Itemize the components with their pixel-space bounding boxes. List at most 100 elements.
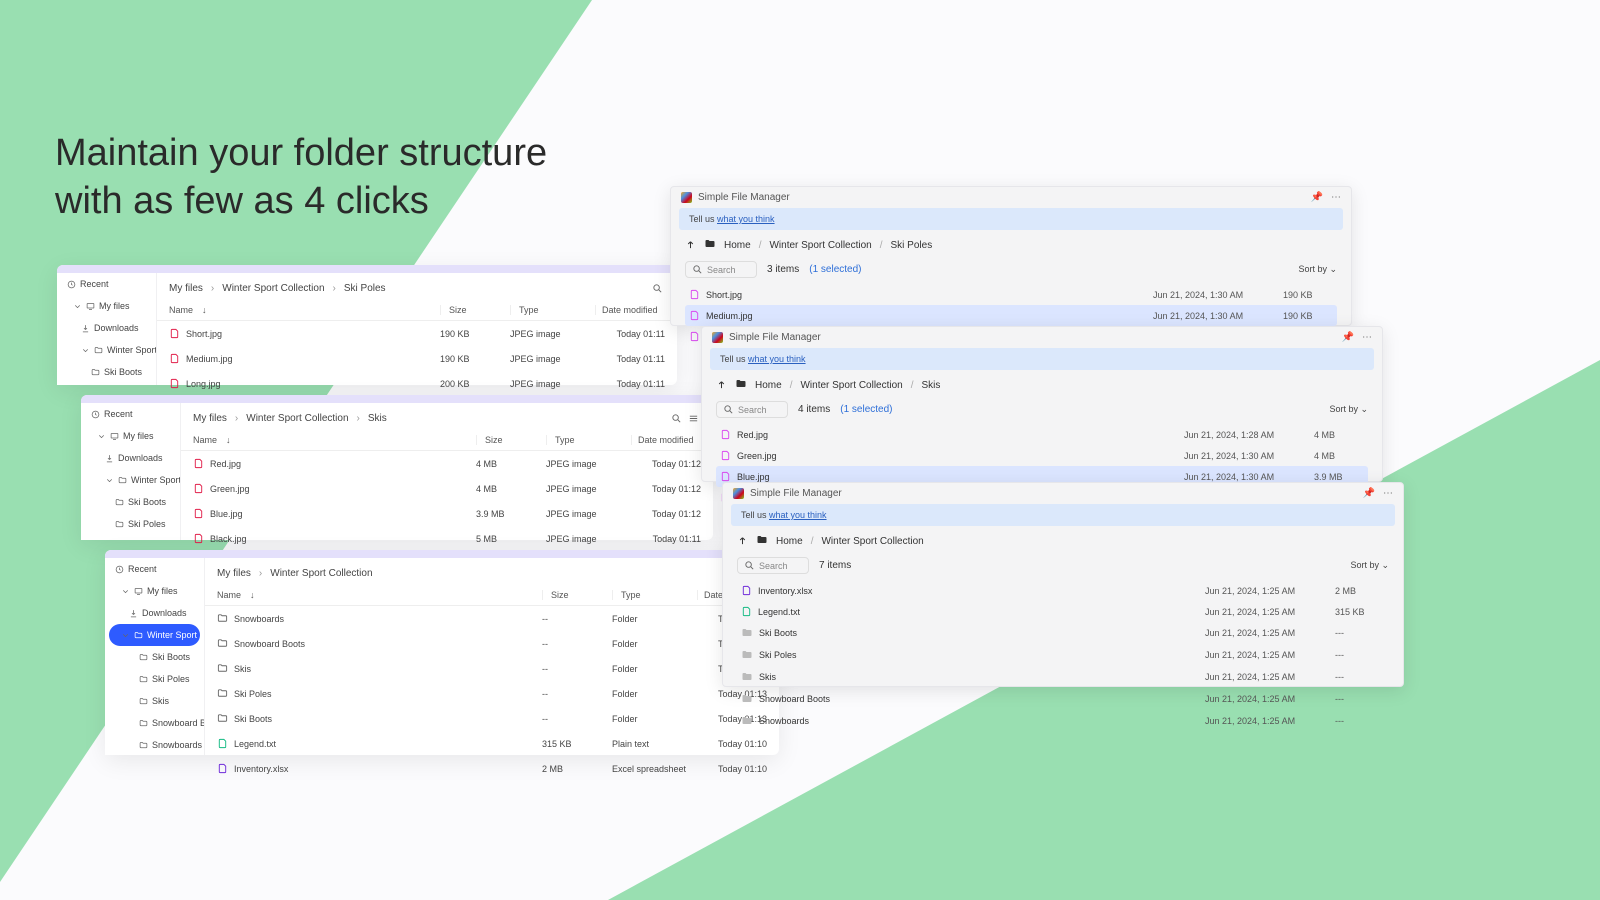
breadcrumb-item[interactable]: Winter Sport Collection (800, 380, 902, 391)
file-row[interactable]: Snowboards --FolderToday 01:13 (205, 606, 779, 631)
table-header: Name↓ Size Type Date modified (157, 300, 677, 321)
pin-icon[interactable]: 📌 (1311, 192, 1323, 203)
sfm-file-row[interactable]: Ski Boots Jun 21, 2024, 1:25 AM--- (737, 622, 1389, 644)
breadcrumb-item[interactable]: Ski Poles (891, 240, 933, 251)
sfm-logo-icon (712, 332, 723, 343)
sidebar-tree-item[interactable]: Ski Poles (81, 513, 180, 535)
feedback-bar[interactable]: Tell us what you think (679, 208, 1343, 230)
breadcrumb-item[interactable]: Winter Sport Collection (246, 413, 348, 424)
sfm-file-row[interactable]: Red.jpg Jun 21, 2024, 1:28 AM4 MB (716, 424, 1368, 445)
col-type[interactable]: Type (510, 305, 595, 315)
sfm-title: Simple File Manager (698, 192, 790, 203)
sidebar-recent[interactable]: Recent (105, 558, 204, 580)
file-row[interactable]: Long.jpg 200 KBJPEG imageToday 01:11 (157, 371, 677, 396)
col-name[interactable]: Name↓ (193, 435, 476, 445)
sidebar-recent[interactable]: Recent (57, 273, 156, 295)
search-input[interactable]: Search (737, 557, 809, 574)
breadcrumb-item[interactable]: My files (193, 413, 227, 424)
file-row[interactable]: Snowboard Boots --FolderToday 01:13 (205, 631, 779, 656)
col-type[interactable]: Type (546, 435, 631, 445)
breadcrumb-item[interactable]: Home (724, 240, 751, 251)
sfm-file-row[interactable]: Short.jpg Jun 21, 2024, 1:30 AM190 KB (685, 284, 1337, 305)
sfm-file-row[interactable]: Ski Poles Jun 21, 2024, 1:25 AM--- (737, 644, 1389, 666)
sfm-file-row[interactable]: Snowboards Jun 21, 2024, 1:25 AM--- (737, 710, 1389, 732)
pin-icon[interactable]: 📌 (1363, 488, 1375, 499)
col-name[interactable]: Name↓ (169, 305, 440, 315)
breadcrumb-item[interactable]: Winter Sport Collection (270, 568, 372, 579)
col-size[interactable]: Size (440, 305, 510, 315)
sidebar: Recent My files Downloads Winter Sport C… (81, 403, 181, 540)
sidebar-tree-item[interactable]: Skis (105, 690, 204, 712)
file-row[interactable]: Short.jpg 190 KBJPEG imageToday 01:11 (157, 321, 677, 346)
sidebar-wsc[interactable]: Winter Sport Colle.. (81, 469, 180, 491)
search-icon[interactable] (652, 283, 663, 297)
more-icon[interactable]: ⋯ (1362, 332, 1372, 343)
col-name[interactable]: Name↓ (217, 590, 542, 600)
sidebar-tree-item[interactable]: Snowboards (105, 734, 204, 756)
breadcrumb-item[interactable]: Skis (368, 413, 387, 424)
file-row[interactable]: Medium.jpg 190 KBJPEG imageToday 01:11 (157, 346, 677, 371)
table-header: Name↓ Size Type Date modified (181, 430, 713, 451)
sfm-panel-skis: Simple File Manager 📌⋯ Tell us what you … (701, 326, 1383, 482)
sidebar-my-files[interactable]: My files (105, 580, 204, 602)
folder-icon (735, 378, 747, 393)
breadcrumb-item[interactable]: Winter Sport Collection (821, 536, 923, 547)
file-row[interactable]: Legend.txt 315 KBPlain textToday 01:10 (205, 731, 779, 756)
sidebar-downloads[interactable]: Downloads (105, 602, 204, 624)
sidebar-tree-item[interactable]: Ski Boots (105, 646, 204, 668)
search-input[interactable]: Search (685, 261, 757, 278)
feedback-bar[interactable]: Tell us what you think (731, 504, 1395, 526)
sfm-file-row[interactable]: Legend.txt Jun 21, 2024, 1:25 AM315 KB (737, 601, 1389, 622)
sfm-file-row[interactable]: Skis Jun 21, 2024, 1:25 AM--- (737, 666, 1389, 688)
more-icon[interactable]: ⋯ (1331, 192, 1341, 203)
sfm-file-row[interactable]: Medium.jpg Jun 21, 2024, 1:30 AM190 KB (685, 305, 1337, 326)
col-type[interactable]: Type (612, 590, 697, 600)
breadcrumb-item[interactable]: Winter Sport Collection (222, 283, 324, 294)
pin-icon[interactable]: 📌 (1342, 332, 1354, 343)
file-row[interactable]: Blue.jpg 3.9 MBJPEG imageToday 01:12 (181, 501, 713, 526)
up-icon[interactable] (685, 239, 696, 253)
breadcrumb-item[interactable]: My files (169, 283, 203, 294)
file-row[interactable]: Red.jpg 4 MBJPEG imageToday 01:12 (181, 451, 713, 476)
breadcrumb-item[interactable]: Home (776, 536, 803, 547)
breadcrumb-item[interactable]: Home (755, 380, 782, 391)
sort-by-button[interactable]: Sort by ⌄ (1350, 560, 1389, 571)
up-icon[interactable] (716, 379, 727, 393)
search-input[interactable]: Search (716, 401, 788, 418)
search-icon[interactable] (671, 413, 699, 427)
file-row[interactable]: Inventory.xlsx 2 MBExcel spreadsheetToda… (205, 756, 779, 781)
up-icon[interactable] (737, 535, 748, 549)
sort-by-button[interactable]: Sort by ⌄ (1298, 264, 1337, 275)
more-icon[interactable]: ⋯ (1383, 488, 1393, 499)
sidebar-my-files[interactable]: My files (57, 295, 156, 317)
sidebar-wsc[interactable]: Winter Sport Colle.. (57, 339, 156, 361)
breadcrumb-item[interactable]: Ski Poles (344, 283, 386, 294)
col-size[interactable]: Size (476, 435, 546, 445)
sidebar-downloads[interactable]: Downloads (57, 317, 156, 339)
col-date[interactable]: Date modified (631, 435, 701, 445)
sidebar-tree-item[interactable]: Ski Poles (105, 668, 204, 690)
file-row[interactable]: Black.jpg 5 MBJPEG imageToday 01:11 (181, 526, 713, 551)
sort-by-button[interactable]: Sort by ⌄ (1329, 404, 1368, 415)
sfm-file-row[interactable]: Green.jpg Jun 21, 2024, 1:30 AM4 MB (716, 445, 1368, 466)
col-size[interactable]: Size (542, 590, 612, 600)
sidebar-tree-item[interactable]: Ski Boots (81, 491, 180, 513)
sidebar-recent[interactable]: Recent (81, 403, 180, 425)
file-row[interactable]: Ski Boots --FolderToday 01:13 (205, 706, 779, 731)
sidebar-downloads[interactable]: Downloads (81, 447, 180, 469)
file-row[interactable]: Skis --FolderToday 01:13 (205, 656, 779, 681)
file-row[interactable]: Ski Poles --FolderToday 01:13 (205, 681, 779, 706)
sfm-file-row[interactable]: Inventory.xlsx Jun 21, 2024, 1:25 AM2 MB (737, 580, 1389, 601)
sfm-file-row[interactable]: Snowboard Boots Jun 21, 2024, 1:25 AM--- (737, 688, 1389, 710)
sfm-header: Simple File Manager 📌⋯ (723, 483, 1403, 504)
sidebar-my-files[interactable]: My files (81, 425, 180, 447)
breadcrumb-item[interactable]: My files (217, 568, 251, 579)
breadcrumb-item[interactable]: Skis (922, 380, 941, 391)
breadcrumb-item[interactable]: Winter Sport Collection (769, 240, 871, 251)
file-row[interactable]: Green.jpg 4 MBJPEG imageToday 01:12 (181, 476, 713, 501)
sidebar-wsc[interactable]: Winter Sport Colle.. (109, 624, 200, 646)
sidebar-tree-item[interactable]: Ski Boots (57, 361, 156, 383)
col-date[interactable]: Date modified (595, 305, 665, 315)
sidebar-tree-item[interactable]: Snowboard Bo.. (105, 712, 204, 734)
feedback-bar[interactable]: Tell us what you think (710, 348, 1374, 370)
